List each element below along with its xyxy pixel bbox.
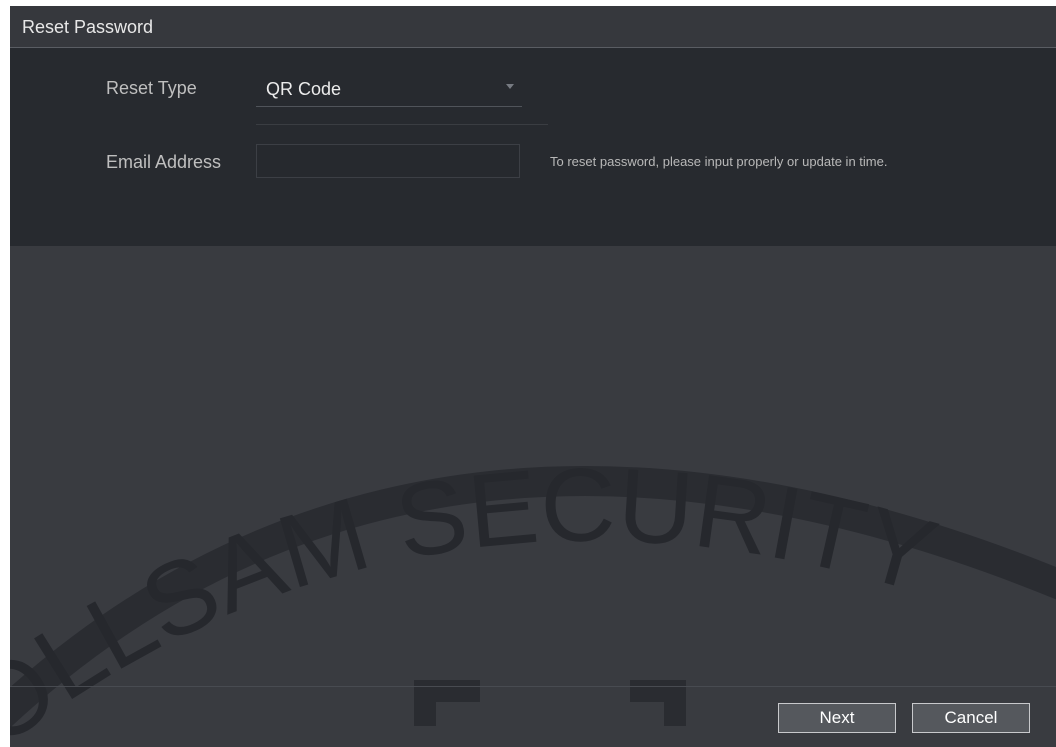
email-field[interactable] [256,144,520,178]
reset-type-label: Reset Type [106,78,197,98]
reset-type-select[interactable]: QR Code [256,72,522,107]
footer-divider [10,686,1056,687]
seal-outer-ring [10,466,1056,728]
email-address-label: Email Address [106,152,222,172]
form-panel: Reset Type QR Code Email Address To rese… [10,48,1056,246]
divider [256,124,548,125]
reset-password-dialog: Reset Password Reset Type QR Code Email … [10,6,1056,747]
dialog-title: Reset Password [22,17,154,37]
seal-inner-mark-right [630,680,686,726]
cancel-button[interactable]: Cancel [912,703,1030,733]
email-hint-text: To reset password, please input properly… [550,154,888,169]
next-button[interactable]: Next [778,703,896,733]
dialog-title-bar: Reset Password [10,6,1056,48]
seal-inner-mark-left [414,680,480,726]
reset-type-value: QR Code [266,79,342,99]
security-seal-watermark: OLLSAM SECURITY [10,447,1056,747]
chevron-down-icon [506,84,514,89]
